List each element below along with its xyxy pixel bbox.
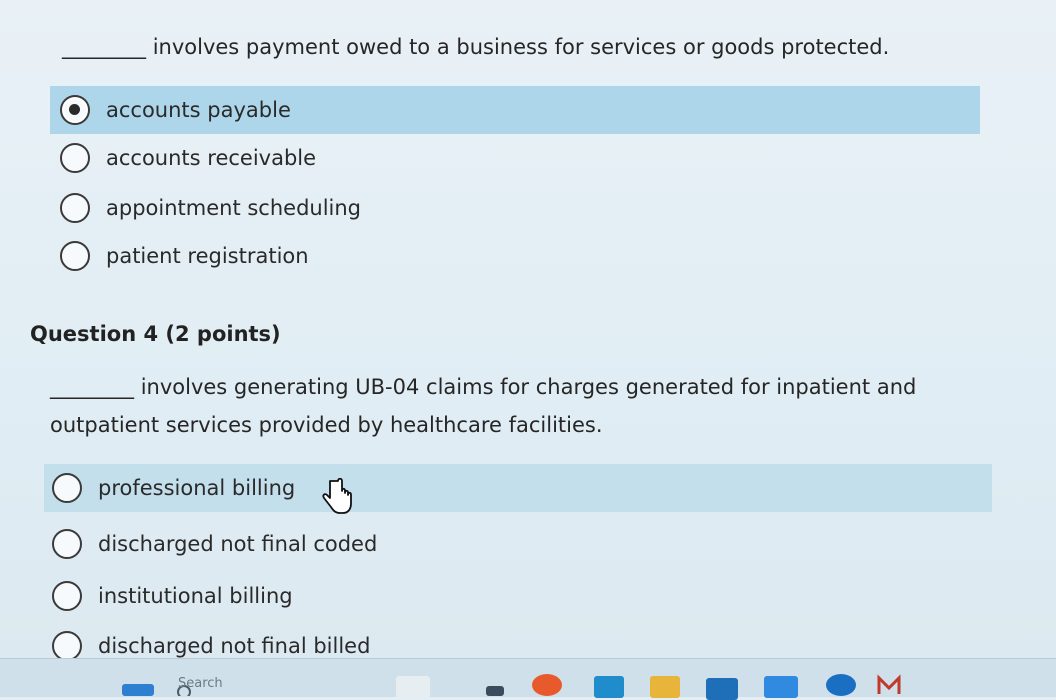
q4-option-professional-billing[interactable]: professional billing <box>44 464 992 512</box>
taskbar-app-icon[interactable] <box>650 676 680 698</box>
taskbar-search[interactable]: Search <box>178 676 223 691</box>
taskbar-app-icon[interactable] <box>486 686 504 696</box>
q3-option-accounts-receivable[interactable]: accounts receivable <box>50 134 980 182</box>
taskbar-app-icon[interactable] <box>826 674 856 696</box>
q3-option-accounts-payable[interactable]: accounts payable <box>50 86 980 134</box>
option-label: patient registration <box>106 244 309 268</box>
taskbar-app-icon[interactable] <box>706 678 738 700</box>
taskbar-app-icon[interactable] <box>764 676 798 698</box>
quiz-page: ________ involves payment owed to a busi… <box>0 0 1056 661</box>
option-label: discharged not final billed <box>98 634 371 658</box>
radio-selected-icon[interactable] <box>60 95 90 125</box>
option-label: accounts payable <box>106 98 291 122</box>
q3-option-patient-registration[interactable]: patient registration <box>50 232 980 280</box>
option-label: discharged not final coded <box>98 532 378 556</box>
taskbar-app-icon[interactable] <box>396 676 430 698</box>
radio-empty-icon[interactable] <box>52 581 82 611</box>
question-3-text: involves payment owed to a business for … <box>152 35 890 59</box>
question-3-blank: ________ <box>62 35 146 59</box>
q4-option-discharged-not-final-coded[interactable]: discharged not final coded <box>44 520 992 568</box>
hand-pointer-icon <box>322 478 352 514</box>
question-4-prompt: ________ involves generating UB-04 claim… <box>50 368 990 444</box>
option-label: appointment scheduling <box>106 196 362 220</box>
radio-empty-icon[interactable] <box>52 473 82 503</box>
question-4-blank: ________ <box>50 375 134 399</box>
start-icon[interactable] <box>122 684 154 696</box>
q4-option-institutional-billing[interactable]: institutional billing <box>44 572 992 620</box>
radio-empty-icon[interactable] <box>60 143 90 173</box>
option-label: institutional billing <box>98 584 293 608</box>
taskbar-app-icon[interactable] <box>532 674 562 696</box>
radio-empty-icon[interactable] <box>60 241 90 271</box>
taskbar-app-icon[interactable] <box>876 674 902 696</box>
radio-empty-icon[interactable] <box>60 193 90 223</box>
radio-empty-icon[interactable] <box>52 529 82 559</box>
question-4-title: Question 4 (2 points) <box>30 322 281 346</box>
q3-option-appointment-scheduling[interactable]: appointment scheduling <box>50 184 980 232</box>
question-4-text-line2: outpatient services provided by healthca… <box>50 413 603 437</box>
question-4-text-line1: involves generating UB-04 claims for cha… <box>140 375 917 399</box>
option-label: accounts receivable <box>106 146 317 170</box>
taskbar-app-icon[interactable] <box>594 676 624 698</box>
option-label: professional billing <box>98 476 296 500</box>
radio-empty-icon[interactable] <box>52 631 82 661</box>
question-3-prompt: ________ involves payment owed to a busi… <box>62 28 1022 66</box>
